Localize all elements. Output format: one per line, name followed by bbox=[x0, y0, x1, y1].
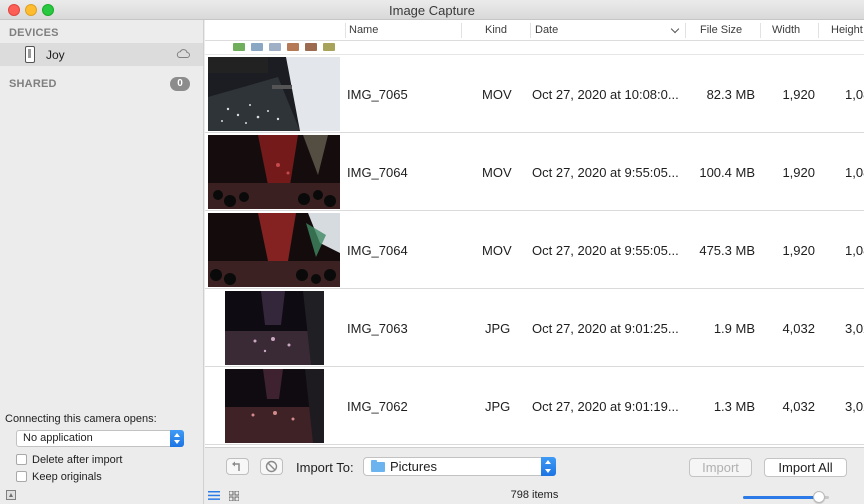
table-row[interactable]: IMG_7064 MOV Oct 27, 2020 at 9:55:05... … bbox=[205, 134, 864, 211]
camera-opens-label: Connecting this camera opens: bbox=[5, 413, 157, 425]
mini-thumbnail bbox=[233, 43, 245, 51]
title-bar: Image Capture bbox=[0, 0, 864, 20]
file-kind: MOV bbox=[482, 243, 512, 258]
table-row[interactable]: IMG_7063 JPG Oct 27, 2020 at 9:01:25... … bbox=[205, 290, 864, 367]
device-name: Joy bbox=[46, 48, 65, 62]
window-title: Image Capture bbox=[389, 3, 475, 18]
devices-header: DEVICES bbox=[9, 27, 59, 39]
select-arrows-icon bbox=[170, 430, 184, 447]
file-width: 1,920 bbox=[782, 165, 815, 180]
file-date: Oct 27, 2020 at 9:01:25... bbox=[532, 321, 679, 336]
import-button[interactable]: Import bbox=[689, 458, 752, 477]
rotate-button[interactable] bbox=[226, 458, 249, 475]
show-details-icon[interactable] bbox=[6, 490, 16, 500]
shared-header: SHARED bbox=[9, 78, 57, 90]
column-header-file-size[interactable]: File Size bbox=[700, 24, 742, 36]
media-list: Name Kind Date File Size Width Height IM… bbox=[205, 20, 864, 504]
slider-knob[interactable] bbox=[813, 491, 825, 503]
photo-thumbnail bbox=[225, 369, 324, 443]
delete-after-import-checkbox[interactable] bbox=[16, 454, 27, 465]
column-header-name[interactable]: Name bbox=[349, 24, 378, 36]
import-to-label: Import To: bbox=[296, 460, 354, 475]
select-arrows-icon bbox=[541, 457, 556, 476]
item-count: 798 items bbox=[510, 489, 559, 501]
file-kind: JPG bbox=[485, 321, 511, 336]
rotate-left-icon bbox=[232, 461, 240, 471]
camera-opens-value: No application bbox=[23, 432, 93, 444]
file-name: IMG_7064 bbox=[347, 243, 408, 258]
video-thumbnail bbox=[208, 57, 340, 131]
file-size: 475.3 MB bbox=[699, 243, 755, 258]
video-thumbnail bbox=[208, 135, 340, 209]
keep-originals-checkbox[interactable] bbox=[16, 471, 27, 482]
mini-thumbnail bbox=[305, 43, 317, 51]
file-height: 3,02 bbox=[845, 399, 864, 414]
video-thumbnail bbox=[208, 213, 340, 287]
file-size: 1.3 MB bbox=[713, 399, 755, 414]
delete-after-import-option[interactable]: Delete after import bbox=[16, 454, 122, 466]
file-kind: MOV bbox=[482, 165, 512, 180]
column-header-date[interactable]: Date bbox=[535, 24, 558, 36]
camera-opens-select[interactable]: No application bbox=[16, 430, 184, 447]
column-headers: Name Kind Date File Size Width Height bbox=[205, 20, 864, 41]
file-width: 4,032 bbox=[782, 321, 815, 336]
import-destination-value: Pictures bbox=[390, 459, 437, 474]
file-width: 4,032 bbox=[782, 399, 815, 414]
file-date: Oct 27, 2020 at 10:08:0... bbox=[532, 87, 679, 102]
import-all-button[interactable]: Import All bbox=[764, 458, 847, 477]
file-height: 1,08 bbox=[845, 165, 864, 180]
delete-after-import-label: Delete after import bbox=[32, 454, 123, 466]
column-header-height[interactable]: Height bbox=[831, 24, 863, 36]
file-size: 100.4 MB bbox=[699, 165, 755, 180]
mini-thumbnail bbox=[269, 43, 281, 51]
keep-originals-option[interactable]: Keep originals bbox=[16, 471, 102, 483]
file-date: Oct 27, 2020 at 9:55:05... bbox=[532, 165, 679, 180]
file-size: 1.9 MB bbox=[713, 321, 755, 336]
import-toolbar: Import To: Pictures Import Import All 79… bbox=[205, 447, 864, 504]
mini-thumbnail bbox=[287, 43, 299, 51]
column-header-width[interactable]: Width bbox=[772, 24, 800, 36]
slider-fill bbox=[743, 496, 819, 499]
column-header-kind[interactable]: Kind bbox=[485, 24, 507, 36]
mini-thumbnail bbox=[251, 43, 263, 51]
thumbnail-size-slider[interactable] bbox=[743, 491, 829, 503]
chevron-down-icon bbox=[670, 24, 680, 34]
file-name: IMG_7062 bbox=[347, 399, 408, 414]
thumbnail-strip bbox=[205, 41, 864, 55]
file-name: IMG_7063 bbox=[347, 321, 408, 336]
delete-button[interactable] bbox=[260, 458, 283, 475]
shared-count-badge: 0 bbox=[170, 77, 190, 91]
file-size: 82.3 MB bbox=[706, 87, 755, 102]
file-height: 3,02 bbox=[845, 321, 864, 336]
mini-thumbnail bbox=[323, 43, 335, 51]
file-date: Oct 27, 2020 at 9:01:19... bbox=[532, 399, 679, 414]
phone-icon bbox=[25, 46, 35, 63]
table-row[interactable]: IMG_7062 JPG Oct 27, 2020 at 9:01:19... … bbox=[205, 368, 864, 445]
file-date: Oct 27, 2020 at 9:55:05... bbox=[532, 243, 679, 258]
photo-thumbnail bbox=[225, 291, 324, 365]
folder-icon bbox=[371, 460, 385, 472]
no-entry-icon bbox=[265, 460, 278, 473]
table-row[interactable]: IMG_7065 MOV Oct 27, 2020 at 10:08:0... … bbox=[205, 56, 864, 133]
cloud-icon bbox=[176, 49, 190, 58]
file-kind: JPG bbox=[485, 399, 511, 414]
file-width: 1,920 bbox=[782, 87, 815, 102]
file-name: IMG_7065 bbox=[347, 87, 408, 102]
file-name: IMG_7064 bbox=[347, 165, 408, 180]
sidebar-item-device-joy[interactable]: Joy bbox=[0, 43, 203, 66]
import-destination-select[interactable]: Pictures bbox=[363, 457, 556, 476]
file-height: 1,08 bbox=[845, 87, 864, 102]
file-height: 1,08 bbox=[845, 243, 864, 258]
sidebar: DEVICES Joy SHARED 0 Connecting this cam… bbox=[0, 20, 204, 504]
table-row[interactable]: IMG_7064 MOV Oct 27, 2020 at 9:55:05... … bbox=[205, 212, 864, 289]
keep-originals-label: Keep originals bbox=[32, 471, 102, 483]
file-kind: MOV bbox=[482, 87, 512, 102]
file-width: 1,920 bbox=[782, 243, 815, 258]
